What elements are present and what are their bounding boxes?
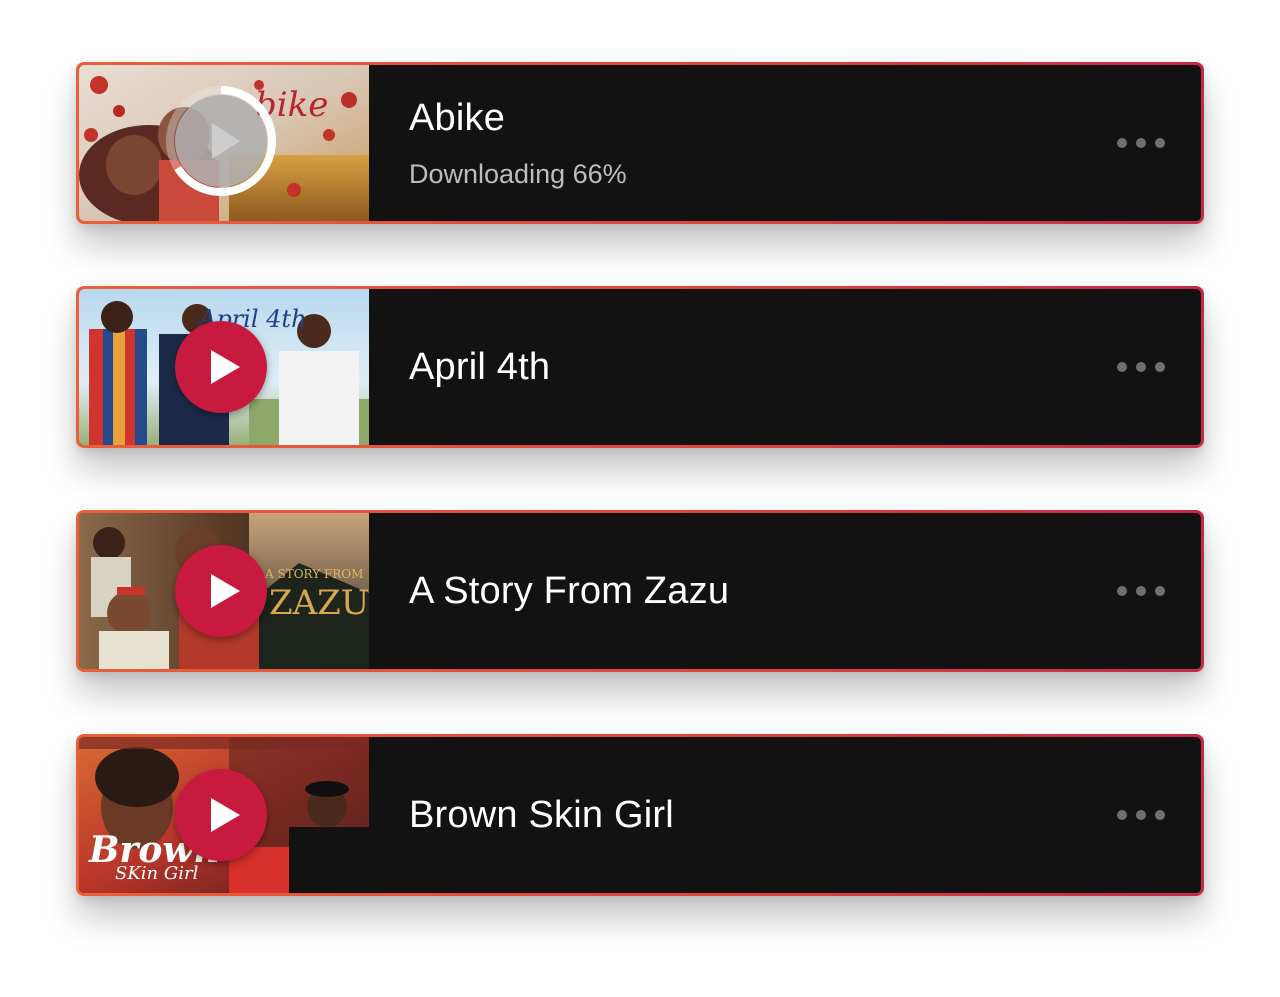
more-options-button[interactable]	[1117, 803, 1165, 827]
more-options-icon-dot	[1155, 138, 1165, 148]
movie-thumbnail[interactable]: A STORY FROM ZAZU	[79, 513, 369, 669]
movie-title: Abike	[409, 97, 506, 139]
more-options-icon	[1117, 586, 1127, 596]
download-item[interactable]: bike Abike Downloading 66%	[76, 62, 1204, 224]
more-options-icon	[1117, 362, 1127, 372]
movie-title: Brown Skin Girl	[409, 794, 674, 836]
download-item-info: April 4th	[369, 289, 1201, 445]
download-item[interactable]: April 4th April 4th	[76, 286, 1204, 448]
download-item-body: A STORY FROM ZAZU A Story From Zazu	[79, 513, 1201, 669]
play-icon	[210, 350, 240, 384]
more-options-icon	[1117, 810, 1127, 820]
download-progress-ring[interactable]	[165, 85, 277, 197]
download-item-body: Brown SKin Girl Brown Skin Girl	[79, 737, 1201, 893]
more-options-button[interactable]	[1117, 579, 1165, 603]
more-options-icon-dot	[1136, 810, 1146, 820]
more-options-button[interactable]	[1117, 131, 1165, 155]
more-options-button[interactable]	[1117, 355, 1165, 379]
more-options-icon-dot	[1136, 586, 1146, 596]
more-options-icon-dot	[1136, 362, 1146, 372]
movie-thumbnail[interactable]: April 4th	[79, 289, 369, 445]
download-item-info: Brown Skin Girl	[369, 737, 1201, 893]
movie-title: April 4th	[409, 346, 551, 388]
download-item-info: A Story From Zazu	[369, 513, 1201, 669]
download-item-info: Abike Downloading 66%	[369, 65, 1201, 221]
play-button[interactable]	[175, 545, 267, 637]
download-item-body: April 4th April 4th	[79, 289, 1201, 445]
movie-thumbnail[interactable]: bike	[79, 65, 369, 221]
download-item[interactable]: Brown SKin Girl Brown Skin Girl	[76, 734, 1204, 896]
more-options-icon	[1117, 138, 1127, 148]
downloads-list: bike Abike Downloading 66% April 4th Apr…	[0, 0, 1280, 997]
download-item[interactable]: A STORY FROM ZAZU A Story From Zazu	[76, 510, 1204, 672]
more-options-icon-dot	[1155, 810, 1165, 820]
more-options-icon-dot	[1136, 138, 1146, 148]
more-options-icon-dot	[1155, 362, 1165, 372]
movie-thumbnail[interactable]: Brown SKin Girl	[79, 737, 369, 893]
download-item-body: bike Abike Downloading 66%	[79, 65, 1201, 221]
download-status: Downloading 66%	[409, 159, 627, 189]
movie-title: A Story From Zazu	[409, 570, 730, 612]
progress-ring-icon	[166, 86, 276, 196]
play-icon	[210, 574, 240, 608]
more-options-icon-dot	[1155, 586, 1165, 596]
play-button[interactable]	[175, 769, 267, 861]
play-button[interactable]	[175, 321, 267, 413]
play-icon	[210, 798, 240, 832]
